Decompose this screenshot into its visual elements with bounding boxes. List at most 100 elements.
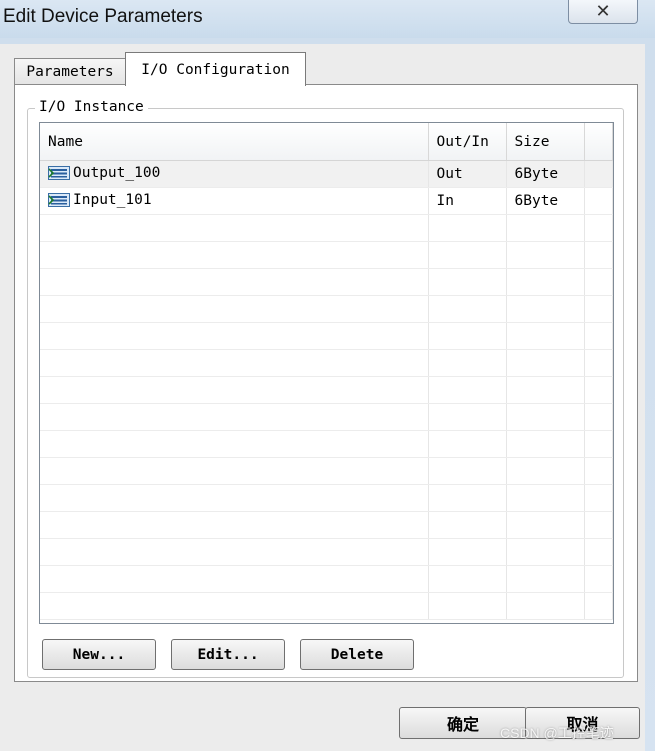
empty-cell bbox=[428, 403, 507, 431]
table-header-row: Name Out/In Size bbox=[40, 123, 613, 161]
empty-table-row bbox=[40, 457, 613, 485]
empty-cell bbox=[428, 376, 507, 404]
empty-cell bbox=[428, 538, 507, 566]
empty-cell bbox=[584, 322, 613, 350]
empty-cell bbox=[584, 592, 613, 620]
cell-name: Input_101 bbox=[40, 187, 429, 215]
empty-cell bbox=[40, 376, 429, 404]
empty-cell bbox=[428, 214, 507, 242]
cell-out-in: Out bbox=[428, 160, 507, 188]
empty-cell bbox=[40, 430, 429, 458]
empty-table-row bbox=[40, 268, 613, 296]
io-instance-icon bbox=[48, 192, 70, 211]
empty-cell bbox=[428, 457, 507, 485]
empty-table-row bbox=[40, 592, 613, 620]
empty-cell bbox=[506, 214, 585, 242]
empty-cell bbox=[584, 376, 613, 404]
empty-cell bbox=[584, 241, 613, 269]
new-button[interactable]: New... bbox=[42, 639, 156, 670]
empty-cell bbox=[428, 241, 507, 269]
empty-cell bbox=[40, 592, 429, 620]
table-row[interactable]: Input_101 In 6Byte bbox=[40, 187, 613, 215]
empty-cell bbox=[428, 484, 507, 512]
column-header-name[interactable]: Name bbox=[40, 123, 429, 161]
tab-parameters[interactable]: Parameters bbox=[14, 58, 126, 85]
column-header-filler bbox=[584, 123, 613, 161]
empty-table-row bbox=[40, 538, 613, 566]
empty-cell bbox=[40, 241, 429, 269]
empty-cell bbox=[428, 592, 507, 620]
empty-cell bbox=[506, 376, 585, 404]
empty-cell bbox=[584, 214, 613, 242]
empty-cell bbox=[506, 430, 585, 458]
cell-filler bbox=[584, 187, 613, 215]
empty-cell bbox=[40, 295, 429, 323]
empty-cell bbox=[584, 349, 613, 377]
tab-io-configuration[interactable]: I/O Configuration bbox=[125, 52, 306, 86]
empty-cell bbox=[506, 241, 585, 269]
empty-cell bbox=[428, 511, 507, 539]
empty-cell bbox=[584, 403, 613, 431]
empty-cell bbox=[506, 565, 585, 593]
empty-cell bbox=[584, 430, 613, 458]
window-title: Edit Device Parameters bbox=[3, 6, 203, 27]
empty-cell bbox=[506, 511, 585, 539]
empty-cell bbox=[428, 268, 507, 296]
empty-cell bbox=[40, 214, 429, 242]
empty-table-row bbox=[40, 241, 613, 269]
empty-cell bbox=[506, 403, 585, 431]
empty-cell bbox=[428, 565, 507, 593]
empty-cell bbox=[40, 457, 429, 485]
empty-cell bbox=[506, 322, 585, 350]
cell-filler bbox=[584, 160, 613, 188]
empty-cell bbox=[40, 565, 429, 593]
io-instance-table[interactable]: Name Out/In Size Output_100 Out 6Byte Input… bbox=[39, 122, 614, 624]
empty-cell bbox=[40, 538, 429, 566]
table-row[interactable]: Output_100 Out 6Byte bbox=[40, 160, 613, 188]
cell-size: 6Byte bbox=[506, 187, 585, 215]
empty-cell bbox=[40, 349, 429, 377]
watermark: CSDN @工控笔迹 bbox=[500, 725, 614, 741]
table-body: Output_100 Out 6Byte Input_101 In 6Byte bbox=[40, 160, 613, 620]
empty-table-row bbox=[40, 484, 613, 512]
column-header-size[interactable]: Size bbox=[506, 123, 585, 161]
empty-cell bbox=[506, 484, 585, 512]
empty-cell bbox=[506, 457, 585, 485]
empty-cell bbox=[428, 430, 507, 458]
empty-table-row bbox=[40, 322, 613, 350]
empty-table-row bbox=[40, 511, 613, 539]
empty-cell bbox=[584, 268, 613, 296]
empty-cell bbox=[506, 295, 585, 323]
empty-table-row bbox=[40, 376, 613, 404]
empty-cell bbox=[40, 484, 429, 512]
close-button[interactable]: ✕ bbox=[568, 0, 638, 24]
empty-cell bbox=[40, 403, 429, 431]
row-name-text: Input_101 bbox=[73, 191, 152, 208]
empty-table-row bbox=[40, 295, 613, 323]
io-instance-group-label: I/O Instance bbox=[35, 99, 148, 115]
empty-cell bbox=[506, 538, 585, 566]
empty-cell bbox=[40, 511, 429, 539]
empty-table-row bbox=[40, 349, 613, 377]
empty-cell bbox=[40, 268, 429, 296]
empty-cell bbox=[584, 457, 613, 485]
empty-cell bbox=[428, 322, 507, 350]
cell-out-in: In bbox=[428, 187, 507, 215]
delete-button[interactable]: Delete bbox=[300, 639, 414, 670]
edit-button[interactable]: Edit... bbox=[171, 639, 285, 670]
empty-cell bbox=[584, 484, 613, 512]
empty-cell bbox=[584, 565, 613, 593]
column-header-out-in[interactable]: Out/In bbox=[428, 123, 507, 161]
row-name-text: Output_100 bbox=[73, 164, 161, 181]
empty-table-row bbox=[40, 214, 613, 242]
cell-size: 6Byte bbox=[506, 160, 585, 188]
cell-name: Output_100 bbox=[40, 160, 429, 188]
empty-cell bbox=[428, 295, 507, 323]
empty-table-row bbox=[40, 430, 613, 458]
close-icon: ✕ bbox=[595, 1, 611, 21]
empty-cell bbox=[584, 295, 613, 323]
empty-cell bbox=[584, 511, 613, 539]
empty-cell bbox=[428, 349, 507, 377]
empty-cell bbox=[506, 592, 585, 620]
empty-cell bbox=[506, 349, 585, 377]
